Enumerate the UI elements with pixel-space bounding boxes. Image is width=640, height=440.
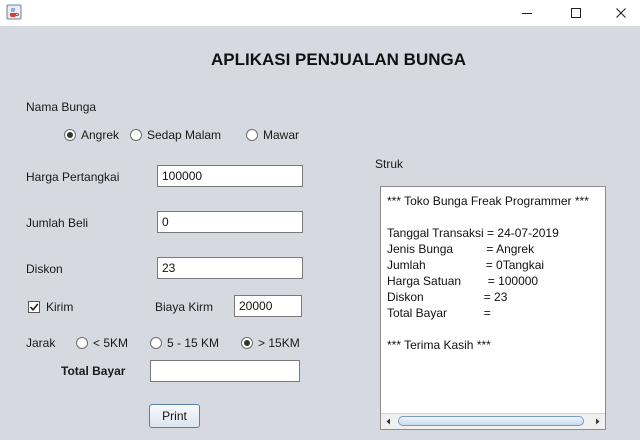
kirim-checkbox[interactable]: Kirim (28, 300, 73, 314)
main-panel: APLIKASI PENJUALAN BUNGA Nama Bunga Angr… (0, 26, 640, 440)
arrow-left-icon (386, 418, 390, 425)
radio-jarak-under-5km[interactable]: < 5KM (76, 336, 128, 350)
receipt-line: Harga Satuan = 100000 (387, 274, 539, 288)
radio-indicator (241, 337, 253, 349)
radio-label: > 15KM (258, 336, 300, 350)
minimize-icon (522, 13, 532, 14)
kirim-label: Kirim (46, 300, 74, 314)
radio-mawar[interactable]: Mawar (246, 128, 299, 142)
radio-sedap-malam[interactable]: Sedap Malam (130, 128, 221, 142)
title-bar (0, 0, 640, 26)
close-icon (616, 8, 626, 18)
harga-label: Harga Pertangkai (26, 170, 120, 184)
receipt-line: Jenis Bunga = Angrek (387, 242, 535, 256)
horizontal-scrollbar[interactable] (381, 413, 605, 429)
maximize-button[interactable] (553, 0, 599, 26)
receipt-line (387, 321, 601, 337)
receipt-line: *** Toko Bunga Freak Programmer *** (387, 194, 589, 208)
scroll-left-button[interactable] (381, 414, 396, 429)
radio-angrek[interactable]: Angrek (64, 128, 119, 142)
receipt-line: Diskon = 23 (387, 290, 508, 304)
jumlah-input[interactable] (157, 211, 303, 233)
radio-label: Sedap Malam (147, 128, 222, 142)
harga-input[interactable] (157, 165, 303, 187)
page-title: APLIKASI PENJUALAN BUNGA (211, 50, 467, 69)
arrow-right-icon (596, 418, 600, 425)
scroll-right-button[interactable] (590, 414, 605, 429)
total-bayar-label: Total Bayar (61, 364, 126, 378)
maximize-icon (571, 8, 581, 18)
jarak-label: Jarak (26, 336, 56, 350)
java-cup-icon (6, 4, 22, 20)
radio-label: < 5KM (93, 336, 129, 350)
radio-indicator (150, 337, 162, 349)
biaya-input[interactable] (234, 295, 302, 317)
jumlah-label: Jumlah Beli (26, 216, 89, 230)
radio-jarak-over-15km[interactable]: > 15KM (241, 336, 300, 350)
checkbox-indicator (28, 301, 40, 313)
radio-indicator (64, 129, 76, 141)
radio-indicator (246, 129, 258, 141)
radio-jarak-5-15km[interactable]: 5 - 15 KM (150, 336, 219, 350)
diskon-input[interactable] (157, 257, 303, 279)
diskon-label: Diskon (26, 262, 63, 276)
receipt-line (387, 209, 601, 225)
biaya-label: Biaya Kirm (155, 300, 214, 314)
radio-indicator (130, 129, 142, 141)
struk-label: Struk (375, 157, 404, 171)
scrollbar-thumb[interactable] (398, 416, 584, 426)
receipt-line: Jumlah = 0Tangkai (387, 258, 545, 272)
receipt-text: *** Toko Bunga Freak Programmer *** Tang… (387, 193, 601, 411)
total-bayar-input[interactable] (150, 360, 300, 382)
receipt-line: Tanggal Transaksi = 24-07-2019 (387, 226, 559, 240)
print-button[interactable]: Print (149, 404, 200, 428)
radio-label: 5 - 15 KM (167, 336, 220, 350)
receipt-line: *** Terima Kasih *** (387, 338, 491, 352)
receipt-line: Total Bayar = (387, 306, 491, 320)
check-icon (29, 303, 39, 312)
close-button[interactable] (598, 0, 640, 26)
nama-bunga-label: Nama Bunga (26, 100, 97, 114)
radio-indicator (76, 337, 88, 349)
radio-label: Mawar (263, 128, 300, 142)
receipt-text-area[interactable]: *** Toko Bunga Freak Programmer *** Tang… (380, 186, 606, 430)
minimize-button[interactable] (504, 0, 550, 26)
radio-label: Angrek (81, 128, 120, 142)
